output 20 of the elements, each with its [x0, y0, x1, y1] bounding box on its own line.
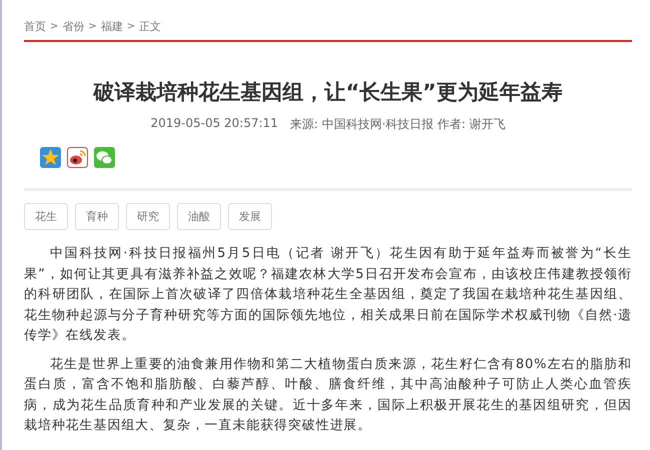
breadcrumb-link[interactable]: 首页 [24, 18, 46, 34]
article-paragraph: 花生是世界上重要的油食兼用作物和第二大植物蛋白质来源，花生籽仁含有80%左右的脂肪和蛋白质，富含不饱和脂肪酸、白藜芦醇、叶酸、膳食纤维，其中高油酸种子可防止人类心血管疾病，成为花生品质育种和产业发展的关键。近十多年来，国际上积极开展花生的基因组研究，但因栽培种花生基因组大、复杂，一直未能获得突破性进展。 [24, 356, 632, 435]
breadcrumb-separator: > [88, 20, 97, 32]
star-icon[interactable] [40, 147, 61, 168]
tag-link[interactable]: 育种 [75, 203, 119, 230]
article-title: 破译栽培种花生基因组，让“长生果”更为延年益寿 [92, 79, 564, 106]
tag-link[interactable]: 油酸 [177, 203, 221, 230]
tag-link[interactable]: 研究 [126, 203, 170, 230]
eye-icon[interactable] [67, 147, 88, 168]
tag-link[interactable]: 发展 [228, 203, 272, 230]
tag-link[interactable]: 花生 [24, 203, 68, 230]
publish-date: 2019-05-05 20:57:11 [150, 116, 278, 132]
source-author: 来源: 中国科技网·科技日报 作者: 谢开飞 [290, 116, 506, 133]
chat-bubbles-icon[interactable] [94, 147, 115, 168]
breadcrumb-separator: > [126, 20, 136, 32]
breadcrumb-link[interactable]: 省份 [62, 18, 84, 34]
article-paragraph: 中国科技网·科技日报福州5月5日电（记者 谢开飞）花生因有助于延年益寿而被誉为“长生果”，如何让其更具有滋养补益之效呢？福建农林大学5日召开发布会宣布，由该校庄伟建教授领衔的科研团队，在国际上首次破译了四倍体栽培种花生全基因组，奠定了我国在栽培种花生基因组、花生物种起源与分子育种研究等方面的国际领先地位，相关成果日前在国际学术权威刊物《自然·遗传学》在线发表。 [24, 245, 632, 345]
breadcrumb-link[interactable]: 福建 [100, 18, 123, 34]
breadcrumb-separator: > [50, 20, 58, 32]
breadcrumb-link[interactable]: 正文 [139, 18, 162, 34]
